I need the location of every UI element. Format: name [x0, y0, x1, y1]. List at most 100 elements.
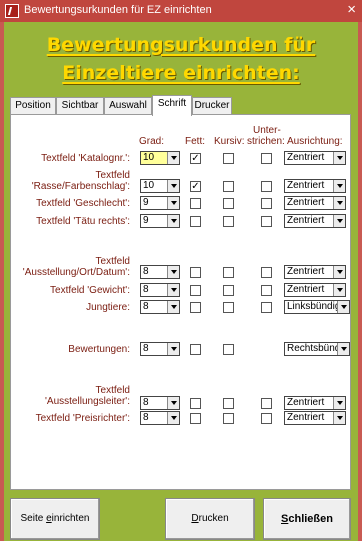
italic-checkbox[interactable] — [223, 216, 234, 227]
row-label: 'Ausstellung/Ort/Datum': — [22, 267, 130, 278]
row-label: Jungtiere: — [86, 302, 130, 313]
page-title-line-2: Einzeltiere einrichten: — [62, 62, 300, 84]
font-size-combo[interactable]: 8 — [140, 265, 180, 279]
row-label: Textfeld 'Preisrichter': — [35, 413, 130, 424]
font-size-combo[interactable]: 8 — [140, 300, 180, 314]
dropdown-arrow-icon[interactable] — [167, 301, 179, 313]
bold-checkbox[interactable] — [190, 285, 201, 296]
window-title: Bewertungsurkunden für EZ einrichten — [24, 4, 212, 16]
italic-checkbox[interactable] — [223, 398, 234, 409]
tab-sichtbar[interactable]: Sichtbar — [56, 97, 104, 115]
tab-auswahl[interactable]: Auswahl — [104, 97, 152, 115]
seite-einrichten-button[interactable]: Seite einrichten — [10, 498, 100, 540]
dropdown-arrow-icon[interactable] — [333, 152, 345, 164]
underline-checkbox[interactable] — [261, 216, 272, 227]
underline-checkbox[interactable] — [261, 267, 272, 278]
dropdown-arrow-icon[interactable] — [167, 343, 179, 355]
font-size-combo[interactable]: 8 — [140, 396, 180, 410]
dropdown-arrow-icon[interactable] — [333, 397, 345, 409]
italic-checkbox[interactable] — [223, 344, 234, 355]
font-size-combo[interactable]: 9 — [140, 214, 180, 228]
row-label: Bewertungen: — [68, 344, 130, 355]
dropdown-arrow-icon[interactable] — [167, 197, 179, 209]
row-label: Textfeld 'Katalognr.': — [41, 153, 130, 164]
underline-checkbox[interactable] — [261, 285, 272, 296]
bold-checkbox[interactable]: ✓ — [190, 181, 201, 192]
alignment-combo[interactable]: Zentriert — [284, 151, 346, 165]
column-header-grad: Grad: — [139, 136, 165, 147]
access-form-icon[interactable] — [5, 4, 19, 18]
drucken-button[interactable]: Drucken — [165, 498, 255, 540]
italic-checkbox[interactable] — [223, 302, 234, 313]
dropdown-arrow-icon[interactable] — [167, 215, 179, 227]
bold-checkbox[interactable] — [190, 398, 201, 409]
dropdown-arrow-icon[interactable] — [333, 215, 345, 227]
column-header-kursiv: Kursiv: — [214, 136, 245, 147]
font-size-combo[interactable]: 10 — [140, 151, 180, 165]
underline-checkbox[interactable] — [261, 302, 272, 313]
row-label-line-1: Textfeld — [95, 170, 130, 181]
bold-checkbox[interactable] — [190, 302, 201, 313]
font-size-combo[interactable]: 8 — [140, 283, 180, 297]
dropdown-arrow-icon[interactable] — [337, 343, 349, 355]
dropdown-arrow-icon[interactable] — [333, 197, 345, 209]
tab-position[interactable]: Position — [10, 97, 56, 115]
italic-checkbox[interactable] — [223, 267, 234, 278]
alignment-combo[interactable]: Zentriert — [284, 196, 346, 210]
underline-checkbox[interactable] — [261, 413, 272, 424]
dropdown-arrow-icon[interactable] — [167, 266, 179, 278]
bold-checkbox[interactable] — [190, 216, 201, 227]
tab-label: Sichtbar — [61, 100, 99, 111]
dropdown-arrow-icon[interactable] — [333, 180, 345, 192]
alignment-combo[interactable]: Zentriert — [284, 283, 346, 297]
close-icon[interactable]: × — [347, 1, 356, 19]
tab-label: Auswahl — [109, 100, 147, 111]
underline-checkbox[interactable] — [261, 181, 272, 192]
dropdown-arrow-icon[interactable] — [167, 412, 179, 424]
font-size-combo[interactable]: 8 — [140, 411, 180, 425]
tab-label: Drucker — [194, 100, 230, 111]
dropdown-arrow-icon[interactable] — [333, 266, 345, 278]
access-key: D — [191, 513, 199, 524]
row-label-line-1: Textfeld — [95, 385, 130, 396]
alignment-combo[interactable]: Rechtsbündig — [284, 342, 350, 356]
dropdown-arrow-icon[interactable] — [333, 284, 345, 296]
dropdown-arrow-icon[interactable] — [167, 397, 179, 409]
alignment-combo[interactable]: Zentriert — [284, 265, 346, 279]
font-size-combo[interactable]: 9 — [140, 196, 180, 210]
schliessen-button[interactable]: Schließen — [263, 498, 351, 540]
dropdown-arrow-icon[interactable] — [333, 412, 345, 424]
row-label: Textfeld 'Tätu rechts': — [36, 216, 130, 227]
bold-checkbox[interactable] — [190, 413, 201, 424]
bold-checkbox[interactable]: ✓ — [190, 153, 201, 164]
font-size-combo[interactable]: 8 — [140, 342, 180, 356]
tab-schrift[interactable]: Schrift — [152, 95, 192, 116]
italic-checkbox[interactable] — [223, 153, 234, 164]
page-title-line-1: Bewertungsurkunden für — [46, 34, 316, 56]
dropdown-arrow-icon[interactable] — [167, 284, 179, 296]
alignment-combo[interactable]: Linksbündig — [284, 300, 350, 314]
italic-checkbox[interactable] — [223, 413, 234, 424]
bold-checkbox[interactable] — [190, 267, 201, 278]
column-header-unterstrichen-line-2: strichen: — [247, 136, 285, 147]
underline-checkbox[interactable] — [261, 398, 272, 409]
bold-checkbox[interactable] — [190, 198, 201, 209]
title-bar: Bewertungsurkunden für EZ einrichten × — [0, 0, 362, 22]
dropdown-arrow-icon[interactable] — [167, 152, 179, 164]
alignment-combo[interactable]: Zentriert — [284, 179, 346, 193]
alignment-combo[interactable]: Zentriert — [284, 214, 346, 228]
underline-checkbox[interactable] — [261, 153, 272, 164]
alignment-combo[interactable]: Zentriert — [284, 396, 346, 410]
italic-checkbox[interactable] — [223, 181, 234, 192]
alignment-combo[interactable]: Zentriert — [284, 411, 346, 425]
underline-checkbox[interactable] — [261, 198, 272, 209]
dropdown-arrow-icon[interactable] — [337, 301, 349, 313]
font-size-combo[interactable]: 10 — [140, 179, 180, 193]
row-label: 'Rasse/Farbenschlag': — [31, 181, 130, 192]
italic-checkbox[interactable] — [223, 285, 234, 296]
italic-checkbox[interactable] — [223, 198, 234, 209]
row-label: Textfeld 'Geschlecht': — [36, 198, 130, 209]
bold-checkbox[interactable] — [190, 344, 201, 355]
dropdown-arrow-icon[interactable] — [167, 180, 179, 192]
tab-drucker[interactable]: Drucker — [192, 97, 232, 115]
